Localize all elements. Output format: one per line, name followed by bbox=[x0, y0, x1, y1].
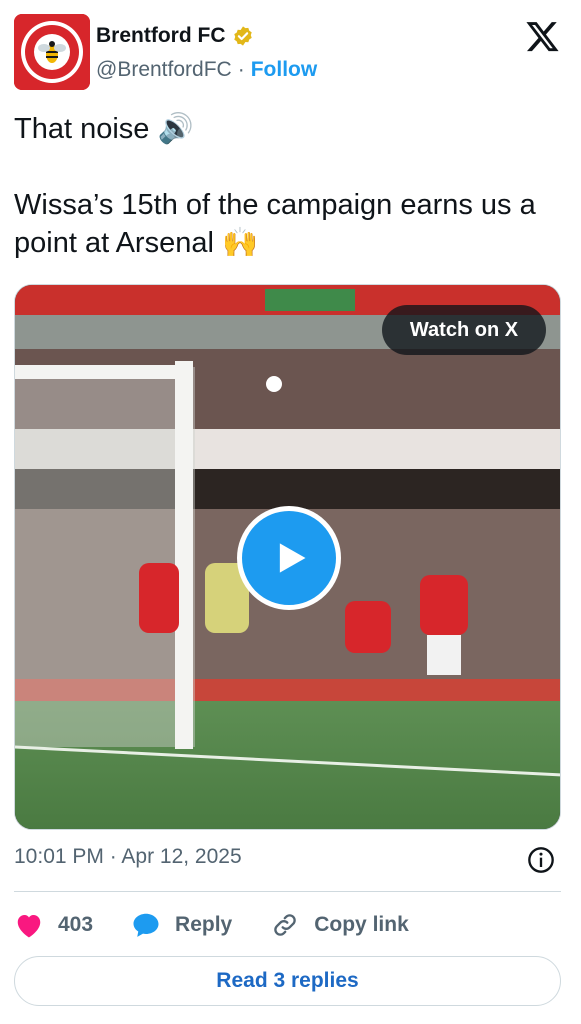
handle[interactable]: @BrentfordFC bbox=[96, 58, 232, 82]
watch-on-x-button[interactable]: Watch on X bbox=[382, 305, 546, 355]
brentford-crest-icon bbox=[14, 14, 90, 90]
handle-row: @BrentfordFC · Follow bbox=[96, 58, 317, 82]
reply-bubble-icon bbox=[133, 913, 159, 937]
verified-badge-icon bbox=[233, 26, 252, 46]
play-button[interactable] bbox=[237, 506, 341, 610]
separator: · bbox=[237, 58, 245, 81]
name-row: Brentford FC bbox=[96, 24, 254, 48]
video-player[interactable]: Watch on X bbox=[14, 284, 561, 830]
follow-button[interactable]: Follow bbox=[251, 58, 318, 82]
reply-label: Reply bbox=[175, 913, 233, 936]
avatar[interactable] bbox=[14, 14, 90, 90]
link-icon bbox=[274, 914, 296, 936]
tweet-line-2: Wissa’s 15th of the campaign earns us a … bbox=[14, 189, 536, 259]
display-name[interactable]: Brentford FC bbox=[96, 24, 226, 48]
x-logo-icon[interactable] bbox=[525, 20, 559, 54]
reply-button[interactable]: Reply bbox=[131, 911, 232, 939]
heart-icon bbox=[17, 915, 41, 938]
tweet-timestamp[interactable]: 10:01 PM · Apr 12, 2025 bbox=[14, 845, 557, 869]
copy-link-label: Copy link bbox=[314, 913, 409, 936]
play-icon bbox=[279, 543, 306, 573]
action-bar: 403 Reply Copy link bbox=[14, 900, 561, 950]
like-count: 403 bbox=[58, 913, 94, 936]
tweet-line-1: That noise 🔊 bbox=[14, 113, 194, 145]
tweet-text: That noise 🔊 Wissa’s 15th of the campaig… bbox=[14, 110, 567, 262]
divider bbox=[14, 891, 561, 892]
info-icon[interactable] bbox=[527, 846, 555, 874]
copy-link-button[interactable]: Copy link bbox=[270, 911, 409, 939]
tweet-header: Brentford FC @BrentfordFC · Follow bbox=[14, 14, 567, 92]
like-button[interactable]: 403 bbox=[14, 911, 93, 939]
read-replies-button[interactable]: Read 3 replies bbox=[14, 956, 561, 1006]
